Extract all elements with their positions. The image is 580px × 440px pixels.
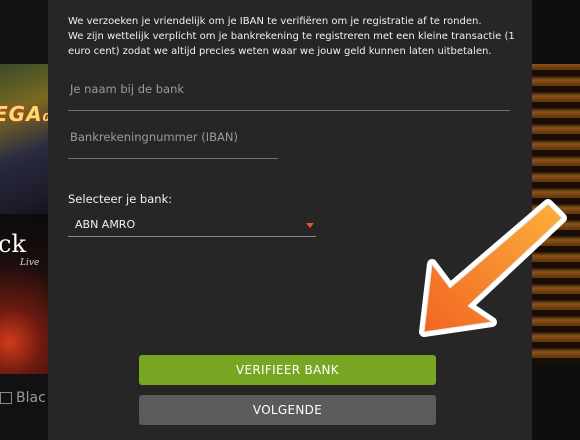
intro-line-1: We verzoeken je vriendelijk om je IBAN t…	[68, 16, 482, 27]
bank-name-placeholder: Je naam bij de bank	[70, 82, 185, 96]
bank-select-label: Selecteer je bank:	[68, 192, 173, 206]
game-caption[interactable]: Blac	[0, 390, 46, 406]
caret-down-icon	[306, 223, 314, 228]
arrow-pointer-icon	[419, 199, 567, 337]
intro-line-2: We zijn wettelijk verplicht om je bankre…	[68, 31, 515, 57]
verify-bank-button[interactable]: VERIFIEER BANK	[139, 355, 436, 385]
iban-placeholder: Bankrekeningnummer (IBAN)	[70, 130, 238, 144]
bank-select[interactable]: ABN AMRO	[68, 212, 316, 237]
game-tile-mega-ball[interactable]: EGA000	[0, 64, 68, 214]
game-tile-subtitle: Live	[20, 258, 40, 268]
game-tile-title: ck	[0, 230, 26, 258]
next-button[interactable]: VOLGENDE	[139, 395, 436, 425]
game-icon	[0, 392, 12, 404]
game-tile-blackjack[interactable]: ck Live	[0, 214, 48, 374]
bank-name-field[interactable]: Je naam bij de bank	[68, 82, 510, 111]
iban-field[interactable]: Bankrekeningnummer (IBAN)	[68, 130, 278, 159]
bank-select-value: ABN AMRO	[75, 218, 136, 231]
background-left-column: EGA000 ck Live Blac	[0, 0, 68, 440]
intro-text: We verzoeken je vriendelijk om je IBAN t…	[68, 14, 518, 59]
